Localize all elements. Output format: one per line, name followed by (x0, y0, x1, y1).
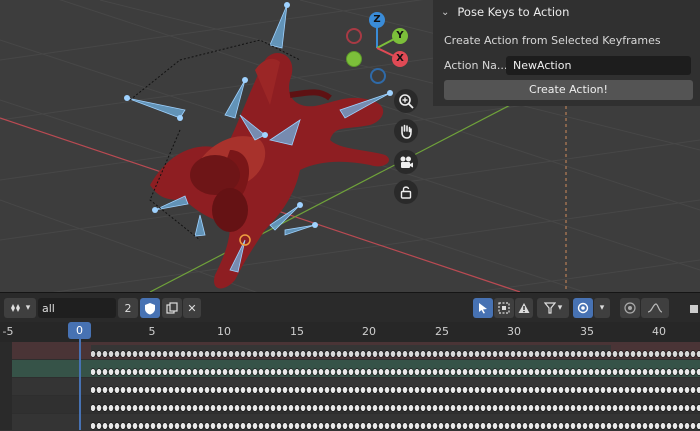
panel-title: Pose Keys to Action (457, 5, 570, 19)
dopesheet-toolbar: ▾ all 2 ✕ ▾ ▾ (0, 292, 700, 323)
onion-skin-icon[interactable] (620, 298, 640, 318)
pan-hand-icon[interactable] (394, 119, 418, 143)
warning-icon[interactable] (515, 298, 533, 318)
keyframe-row (91, 349, 700, 359)
gizmo-z-axis[interactable]: Z (369, 12, 385, 28)
current-frame-indicator[interactable]: 0 (68, 322, 91, 339)
gizmo-neg-z[interactable] (370, 68, 386, 84)
frame-ruler[interactable]: -5 0 5 10 15 20 25 30 35 40 (0, 322, 700, 343)
frame-tick: 40 (652, 325, 666, 338)
box-select-icon[interactable] (494, 298, 514, 318)
dopesheet-tracks[interactable] (0, 342, 700, 431)
gizmo-x-axis[interactable]: X (392, 51, 408, 67)
action-name-label: Action Na... (444, 59, 508, 72)
chevron-down-icon: ▾ (25, 303, 31, 313)
frame-tick: 35 (580, 325, 594, 338)
camera-icon[interactable] (688, 298, 700, 318)
frame-tick: 20 (362, 325, 376, 338)
filter-count: 2 (118, 298, 138, 318)
keyframe-row (91, 367, 700, 377)
gizmo-neg-y[interactable] (346, 51, 362, 67)
channel-filter-dropdown[interactable]: ▾ (4, 298, 36, 318)
gizmo-neg-x[interactable] (346, 28, 362, 44)
frame-tick: 25 (435, 325, 449, 338)
select-arrow-icon[interactable] (473, 298, 493, 318)
lock-icon[interactable] (394, 180, 418, 204)
chevron-down-icon[interactable]: ▾ (594, 298, 610, 318)
keyframe-row (91, 385, 700, 395)
copy-icon[interactable] (162, 298, 182, 318)
funnel-icon (543, 302, 556, 314)
zoom-icon[interactable] (394, 89, 418, 113)
interpolation-curve-icon[interactable] (641, 298, 669, 318)
create-action-button[interactable]: Create Action! (444, 80, 693, 100)
chevron-down-icon[interactable]: ⌄ (441, 7, 449, 18)
pose-keys-panel: ⌄ Pose Keys to Action Create Action from… (433, 0, 700, 106)
channel-gutter (0, 342, 12, 430)
camera-icon[interactable] (394, 150, 418, 174)
panel-header[interactable]: ⌄ Pose Keys to Action (433, 0, 700, 24)
keyframe-row (91, 403, 700, 413)
panel-description: Create Action from Selected Keyframes (444, 34, 661, 47)
keyframe-filter-icon (10, 304, 20, 312)
frame-tick: -5 (2, 325, 14, 338)
frame-tick: 30 (507, 325, 521, 338)
shield-icon[interactable] (140, 298, 160, 318)
frame-tick: 5 (148, 325, 156, 338)
frame-tick: 15 (290, 325, 304, 338)
frame-tick: 10 (217, 325, 231, 338)
gizmo-y-axis[interactable]: Y (392, 28, 408, 44)
filter-dropdown[interactable]: ▾ (537, 298, 569, 318)
proportional-edit-icon[interactable] (573, 298, 593, 318)
close-icon[interactable]: ✕ (183, 298, 201, 318)
chevron-down-icon: ▾ (557, 303, 563, 313)
name-filter-input[interactable]: all (38, 298, 116, 318)
action-name-field[interactable]: NewAction (506, 56, 691, 75)
